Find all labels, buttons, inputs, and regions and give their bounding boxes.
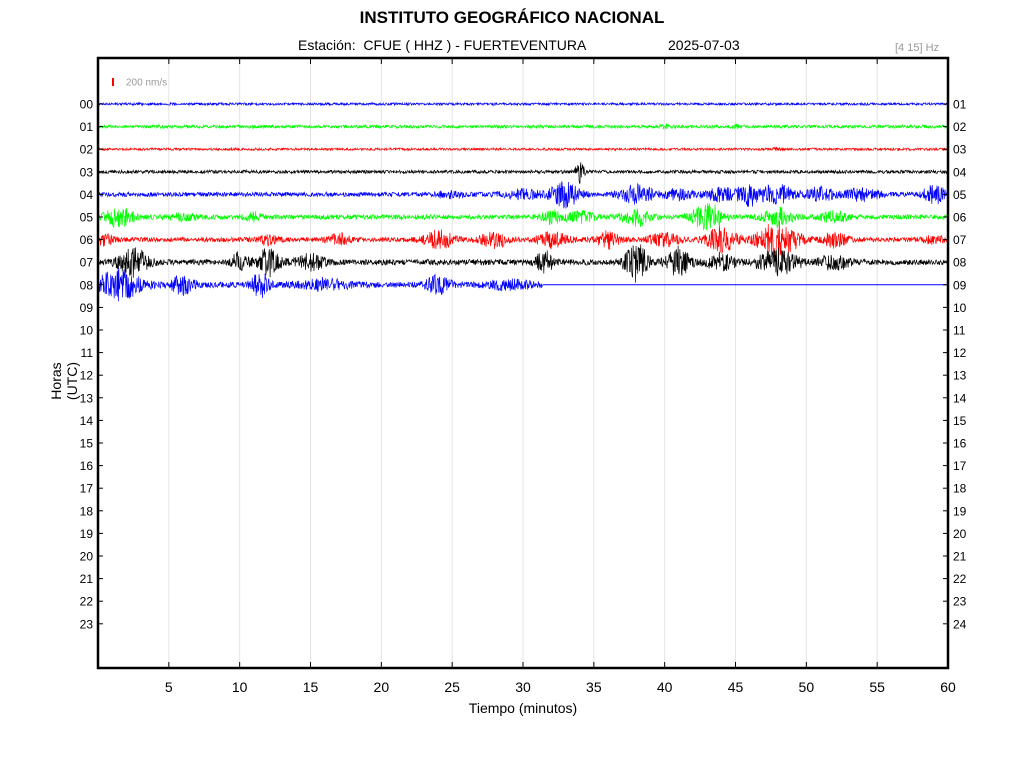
scale-label: 200 nm/s xyxy=(126,78,167,89)
y-tick-label-right: 02 xyxy=(953,120,967,134)
x-tick-label: 30 xyxy=(515,679,531,695)
x-tick-label: 55 xyxy=(869,679,885,695)
y-tick-label-left: 09 xyxy=(80,301,94,315)
y-tick-label-right: 23 xyxy=(953,595,967,609)
y-tick-label-right: 01 xyxy=(953,98,967,112)
y-tick-label-left: 18 xyxy=(80,504,94,518)
y-tick-label-left: 11 xyxy=(81,346,94,360)
x-tick-label: 50 xyxy=(799,679,815,695)
y-tick-label-left: 23 xyxy=(80,617,94,631)
y-tick-label-left: 15 xyxy=(80,437,94,451)
y-tick-label-left: 01 xyxy=(80,120,94,134)
y-tick-label-right: 04 xyxy=(953,165,967,179)
y-tick-label-right: 09 xyxy=(953,278,967,292)
y-tick-label-left: 03 xyxy=(80,165,94,179)
y-tick-label-left: 19 xyxy=(80,527,94,541)
x-tick-label: 60 xyxy=(940,679,956,695)
x-tick-label: 10 xyxy=(232,679,248,695)
y-tick-label-right: 14 xyxy=(953,391,967,405)
y-tick-label-left: 21 xyxy=(80,572,94,586)
y-tick-label-right: 07 xyxy=(953,233,967,247)
y-tick-label-left: 16 xyxy=(80,459,94,473)
y-tick-label-right: 16 xyxy=(953,437,967,451)
y-tick-label-left: 10 xyxy=(80,324,94,338)
y-tick-label-right: 22 xyxy=(953,572,967,586)
y-tick-label-right: 21 xyxy=(953,550,967,564)
y-tick-label-left: 08 xyxy=(80,278,94,292)
x-tick-label: 25 xyxy=(444,679,460,695)
y-tick-label-right: 18 xyxy=(953,482,967,496)
y-tick-label-right: 20 xyxy=(953,527,967,541)
y-tick-label-right: 10 xyxy=(953,301,967,315)
y-tick-label-left: 17 xyxy=(80,482,94,496)
y-tick-label-left: 14 xyxy=(80,414,94,428)
x-tick-label: 15 xyxy=(303,679,319,695)
y-tick-label-right: 13 xyxy=(953,369,967,383)
y-tick-label-left: 00 xyxy=(80,98,94,112)
y-tick-label-left: 12 xyxy=(80,369,94,383)
y-tick-label-left: 20 xyxy=(80,550,94,564)
y-tick-label-right: 12 xyxy=(953,346,967,360)
x-tick-label: 40 xyxy=(657,679,673,695)
y-tick-label-left: 04 xyxy=(80,188,94,202)
x-tick-label: 45 xyxy=(728,679,744,695)
y-tick-label-left: 05 xyxy=(80,211,94,225)
x-axis-label: Tiempo (minutos) xyxy=(468,700,578,716)
x-tick-label: 35 xyxy=(586,679,602,695)
y-tick-label-left: 13 xyxy=(80,391,94,405)
y-tick-label-right: 19 xyxy=(953,504,967,518)
y-tick-label-left: 07 xyxy=(80,256,94,270)
helicorder-plot: 5 10 15 20 25 30 35 40 45 50 55 60 00 01 02 03 04 05 06 07 0… xyxy=(80,56,967,695)
y-axis-label: Horas (UTC) xyxy=(48,361,80,401)
x-tick-label: 20 xyxy=(374,679,390,695)
y-tick-label-right: 08 xyxy=(953,256,967,270)
y-tick-label-right: 05 xyxy=(953,188,967,202)
y-tick-label-right: 11 xyxy=(953,324,966,338)
y-tick-label-right: 17 xyxy=(953,459,967,473)
x-tick-label: 5 xyxy=(165,679,173,695)
y-tick-label-left: 22 xyxy=(80,595,94,609)
y-tick-label-left: 02 xyxy=(80,143,94,157)
y-tick-label-right: 24 xyxy=(953,617,967,631)
y-tick-label-right: 15 xyxy=(953,414,967,428)
y-tick-label-right: 06 xyxy=(953,211,967,225)
y-tick-label-right: 03 xyxy=(953,143,967,157)
scale-bar xyxy=(112,78,114,86)
y-tick-label-left: 06 xyxy=(80,233,94,247)
